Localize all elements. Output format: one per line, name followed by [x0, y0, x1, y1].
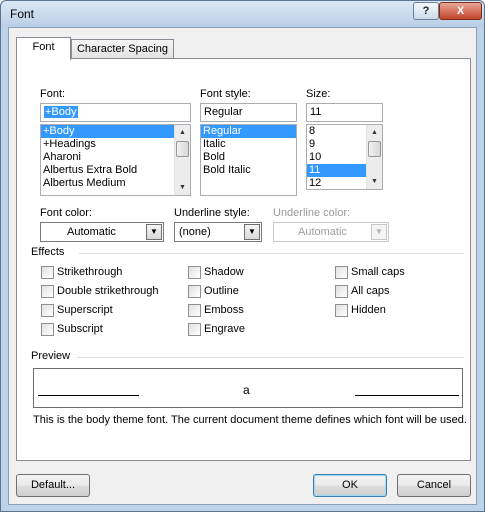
font-color-dropdown[interactable]: Automatic ▼ [40, 222, 164, 242]
underline-style-dropdown[interactable]: (none) ▼ [174, 222, 262, 242]
effects-divider [79, 253, 464, 254]
size-list[interactable]: 8 9 10 11 12 ▲ ▼ [306, 124, 383, 190]
font-list-item[interactable]: +Body [41, 125, 190, 138]
font-color-value: Automatic [67, 226, 116, 238]
font-style-list-item[interactable]: Italic [201, 138, 296, 151]
underline-color-value: Automatic [298, 226, 347, 238]
font-dialog: Font ? X Font Character Spacing Font: +B… [0, 0, 485, 512]
underline-style-label: Underline style: [174, 207, 250, 219]
font-style-list-item[interactable]: Bold Italic [201, 164, 296, 177]
font-list-scrollbar[interactable]: ▲ ▼ [174, 125, 190, 195]
outline-label[interactable]: Outline [204, 285, 239, 297]
dropdown-arrow-icon[interactable]: ▼ [146, 224, 162, 240]
scroll-down-arrow-icon[interactable]: ▼ [367, 174, 382, 189]
font-style-label: Font style: [200, 88, 251, 100]
effects-heading: Effects [31, 246, 65, 258]
font-name-input[interactable]: +Body [40, 103, 191, 122]
cancel-button[interactable]: Cancel [397, 474, 471, 497]
subscript-checkbox[interactable] [41, 323, 54, 336]
font-list-item[interactable]: +Headings [41, 138, 190, 151]
default-button[interactable]: Default... [16, 474, 90, 497]
size-label: Size: [306, 88, 331, 100]
preview-divider [77, 357, 464, 358]
scroll-down-arrow-icon[interactable]: ▼ [175, 180, 190, 195]
all-caps-label[interactable]: All caps [351, 285, 390, 297]
shadow-checkbox[interactable] [188, 266, 201, 279]
underline-color-dropdown: Automatic ▼ [273, 222, 389, 242]
superscript-checkbox[interactable] [41, 304, 54, 317]
engrave-label[interactable]: Engrave [204, 323, 245, 335]
preview-sample-text: a [243, 383, 250, 397]
dialog-body: Font Character Spacing Font: +Body +Body… [8, 27, 477, 505]
close-button[interactable]: X [439, 2, 482, 20]
preview-box: a [33, 368, 463, 408]
outline-checkbox[interactable] [188, 285, 201, 298]
dropdown-arrow-icon[interactable]: ▼ [244, 224, 260, 240]
ok-button[interactable]: OK [313, 474, 387, 497]
size-input[interactable]: 11 [306, 103, 383, 122]
scroll-up-arrow-icon[interactable]: ▲ [367, 125, 382, 140]
underline-color-label: Underline color: [273, 207, 351, 219]
tab-font[interactable]: Font [16, 37, 71, 60]
title-bar: Font ? X [1, 1, 484, 27]
window-title: Font [10, 7, 35, 21]
small-caps-label[interactable]: Small caps [351, 266, 405, 278]
help-button[interactable]: ? [413, 2, 439, 20]
font-style-list-item[interactable]: Regular [201, 125, 296, 138]
font-list-item[interactable]: Albertus Medium [41, 177, 190, 190]
scroll-up-arrow-icon[interactable]: ▲ [175, 125, 190, 140]
tab-character-spacing[interactable]: Character Spacing [71, 39, 174, 60]
preview-rule-left [38, 395, 139, 396]
subscript-label[interactable]: Subscript [57, 323, 103, 335]
all-caps-checkbox[interactable] [335, 285, 348, 298]
double-strikethrough-checkbox[interactable] [41, 285, 54, 298]
font-list-scroll-thumb[interactable] [176, 141, 189, 157]
double-strikethrough-label[interactable]: Double strikethrough [57, 285, 159, 297]
strikethrough-label[interactable]: Strikethrough [57, 266, 122, 278]
emboss-label[interactable]: Emboss [204, 304, 244, 316]
font-color-label: Font color: [40, 207, 92, 219]
font-style-list-item[interactable]: Bold [201, 151, 296, 164]
engrave-checkbox[interactable] [188, 323, 201, 336]
font-name-value: +Body [44, 106, 78, 118]
hidden-checkbox[interactable] [335, 304, 348, 317]
font-list[interactable]: +Body +Headings Aharoni Albertus Extra B… [40, 124, 191, 196]
dropdown-arrow-icon: ▼ [371, 224, 387, 240]
font-list-item[interactable]: Albertus Extra Bold [41, 164, 190, 177]
preview-heading: Preview [31, 350, 71, 362]
size-list-scroll-thumb[interactable] [368, 141, 381, 157]
underline-style-value: (none) [179, 226, 211, 238]
size-list-scrollbar[interactable]: ▲ ▼ [366, 125, 382, 189]
shadow-label[interactable]: Shadow [204, 266, 244, 278]
preview-rule-right [355, 395, 459, 396]
emboss-checkbox[interactable] [188, 304, 201, 317]
superscript-label[interactable]: Superscript [57, 304, 113, 316]
preview-description: This is the body theme font. The current… [33, 414, 467, 426]
font-style-list[interactable]: Regular Italic Bold Bold Italic [200, 124, 297, 196]
strikethrough-checkbox[interactable] [41, 266, 54, 279]
font-label: Font: [40, 88, 66, 100]
small-caps-checkbox[interactable] [335, 266, 348, 279]
font-list-item[interactable]: Aharoni [41, 151, 190, 164]
font-style-input[interactable]: Regular [200, 103, 297, 122]
hidden-label[interactable]: Hidden [351, 304, 386, 316]
